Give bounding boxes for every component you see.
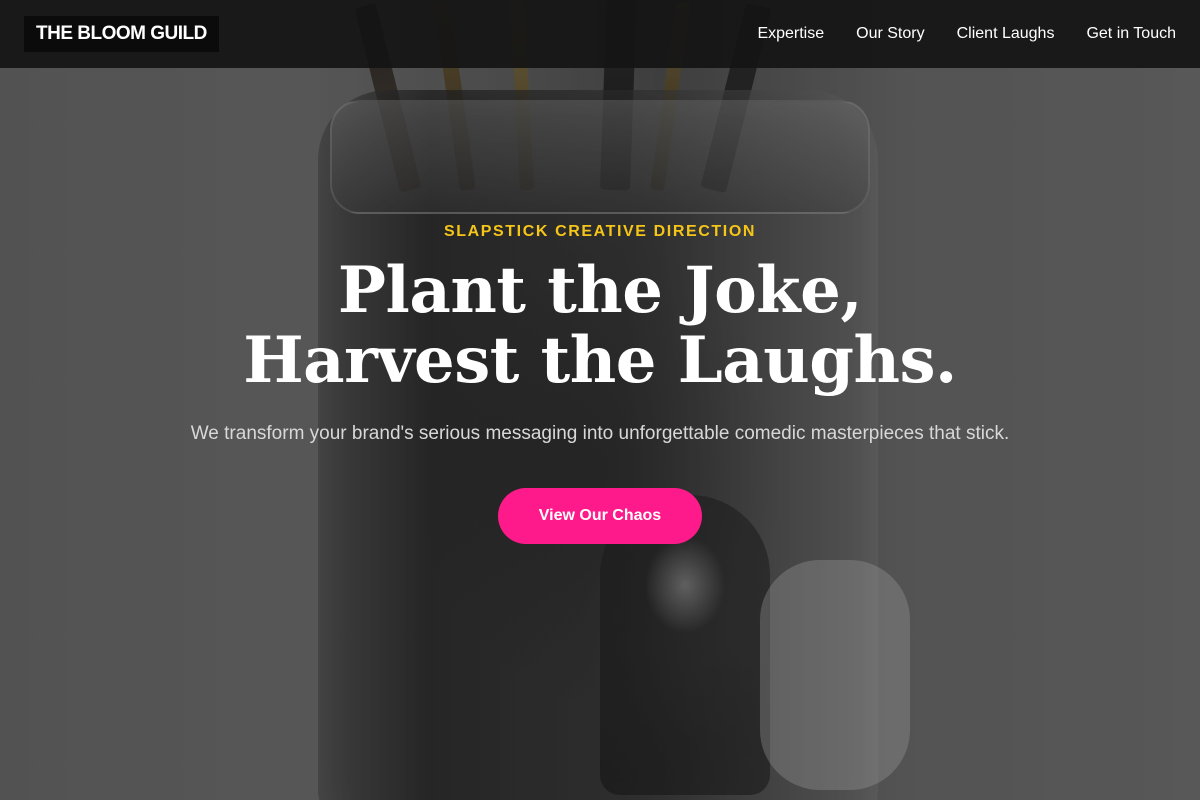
hero-subtext: We transform your brand's serious messag… — [190, 423, 1010, 444]
nav-link-our-story[interactable]: Our Story — [856, 25, 924, 43]
hero-headline: Plant the Joke, Harvest the Laughs. — [0, 256, 1200, 396]
nav-link-client-laughs[interactable]: Client Laughs — [957, 25, 1055, 43]
nav-link-expertise[interactable]: Expertise — [757, 25, 824, 43]
page: THE BLOOM GUILD Expertise Our Story Clie… — [0, 0, 1200, 800]
nav-link-get-in-touch[interactable]: Get in Touch — [1086, 25, 1176, 43]
nav-links: Expertise Our Story Client Laughs Get in… — [757, 25, 1176, 43]
navbar: THE BLOOM GUILD Expertise Our Story Clie… — [0, 0, 1200, 68]
hero-section: SLAPSTICK CREATIVE DIRECTION Plant the J… — [0, 220, 1200, 544]
hero-headline-line-1: Plant the Joke, — [337, 253, 863, 328]
hero-eyebrow: SLAPSTICK CREATIVE DIRECTION — [443, 223, 757, 240]
view-our-chaos-button[interactable]: View Our Chaos — [498, 488, 702, 544]
site-logo[interactable]: THE BLOOM GUILD — [24, 16, 219, 52]
hero-headline-line-2: Harvest the Laughs. — [243, 323, 957, 398]
